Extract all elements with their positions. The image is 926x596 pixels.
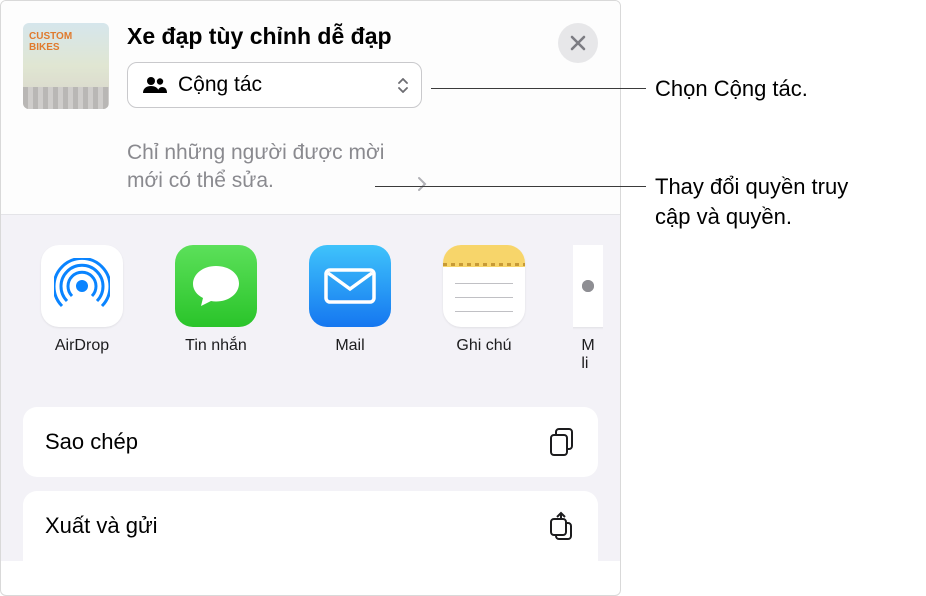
share-app-airdrop[interactable]: AirDrop: [37, 245, 127, 373]
people-icon: [142, 76, 168, 94]
notes-icon: [443, 245, 525, 327]
share-app-messages[interactable]: Tin nhắn: [171, 245, 261, 373]
share-app-mail[interactable]: Mail: [305, 245, 395, 373]
collab-mode-label: Cộng tác: [178, 73, 262, 97]
callout-permission: Thay đổi quyền truy cập và quyền.: [655, 172, 885, 231]
share-app-notes[interactable]: Ghi chú: [439, 245, 529, 373]
share-sheet: Xe đạp tùy chỉnh dễ đạp Cộng tác Chỉ nhữ: [0, 0, 621, 596]
app-label: Tin nhắn: [185, 337, 247, 355]
app-label: Ghi chú: [456, 337, 511, 355]
updown-chevron-icon: [397, 78, 409, 93]
copy-icon: [548, 427, 576, 457]
share-actions: Sao chép Xuất và gửi: [1, 401, 620, 561]
collaboration-mode-select[interactable]: Cộng tác: [127, 62, 422, 108]
app-label: AirDrop: [55, 337, 109, 355]
mail-icon: [309, 245, 391, 327]
export-icon: [546, 511, 576, 541]
share-header: Xe đạp tùy chỉnh dễ đạp Cộng tác Chỉ nhữ: [1, 1, 620, 214]
share-apps-row: AirDrop Tin nhắn Mail: [1, 214, 620, 401]
export-send-action[interactable]: Xuất và gửi: [23, 491, 598, 561]
airdrop-icon: [41, 245, 123, 327]
share-app-more[interactable]: Mli: [573, 245, 603, 373]
action-label: Xuất và gửi: [45, 513, 158, 539]
callout-line: [375, 186, 646, 187]
callout-line: [431, 88, 646, 89]
copy-action[interactable]: Sao chép: [23, 407, 598, 477]
close-icon: [570, 35, 586, 51]
app-label: Mail: [335, 337, 364, 355]
action-label: Sao chép: [45, 429, 138, 455]
callout-collab: Chọn Cộng tác.: [655, 74, 808, 104]
document-title: Xe đạp tùy chỉnh dễ đạp: [127, 23, 548, 50]
more-icon: [573, 245, 603, 327]
permission-text: Chỉ những người được mời mới có thể sửa.: [127, 139, 411, 196]
permission-settings-link[interactable]: Chỉ những người được mời mới có thể sửa.: [127, 139, 427, 196]
messages-icon: [175, 245, 257, 327]
close-button[interactable]: [558, 23, 598, 63]
document-thumbnail: [23, 23, 109, 109]
app-label: Mli: [581, 337, 594, 373]
chevron-right-icon: [417, 176, 427, 192]
